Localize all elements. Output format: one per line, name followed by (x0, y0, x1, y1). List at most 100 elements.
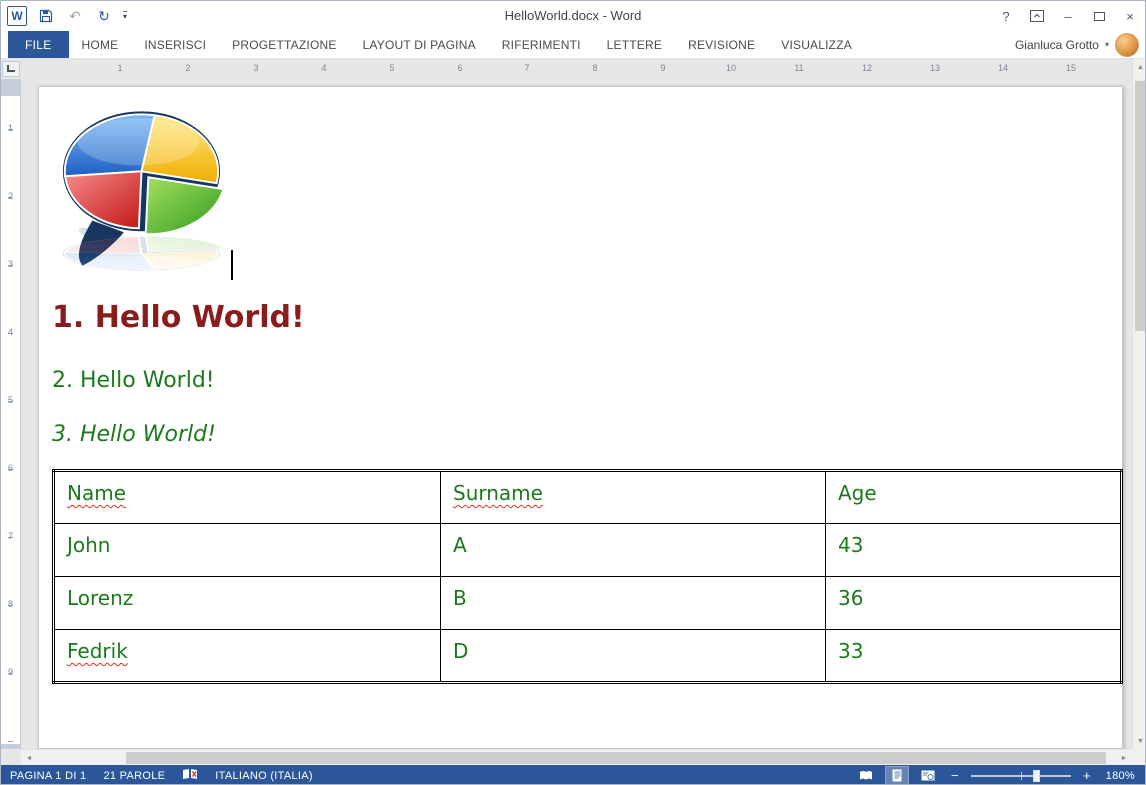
document-page[interactable]: 1. Hello World! 2. Hello World! 3. Hello… (38, 86, 1123, 749)
ruler-number: 11 (794, 63, 804, 73)
vertical-scrollbar[interactable]: ▲ ▼ (1132, 59, 1145, 749)
word-count[interactable]: 21 PAROLE (103, 770, 165, 782)
table-cell[interactable]: D (440, 629, 826, 683)
help-button[interactable]: ? (999, 9, 1013, 24)
zoom-slider-notch (1021, 771, 1022, 780)
left-tab-icon (7, 65, 15, 72)
cell-text: D (453, 639, 469, 663)
status-bar: PAGINA 1 DI 1 21 PAROLE ITALIANO (ITALIA… (1, 765, 1145, 785)
tab-layout-di-pagina[interactable]: LAYOUT DI PAGINA (350, 31, 489, 58)
horizontal-scrollbar-thumb[interactable] (126, 752, 1106, 764)
print-layout-button[interactable] (885, 765, 909, 784)
scrollbar-corner (1132, 749, 1145, 765)
ribbon-display-options-button[interactable] (1030, 10, 1044, 22)
tab-inserisci[interactable]: INSERISCI (131, 31, 219, 58)
table-cell[interactable]: B (440, 576, 826, 630)
tab-riferimenti[interactable]: RIFERIMENTI (489, 31, 594, 58)
ruler-number: 5 (7, 395, 13, 405)
window-controls: ? – × (999, 1, 1137, 31)
cell-text: A (453, 533, 467, 557)
table-cell[interactable]: Lorenz (53, 576, 441, 630)
scroll-left-icon[interactable]: ◄ (21, 750, 37, 766)
zoom-slider-track[interactable] (971, 769, 1071, 782)
pie-chart-logo-image[interactable] (55, 99, 227, 279)
ruler-number: 3 (7, 259, 13, 269)
ruler-number: 9 (660, 63, 666, 73)
ruler-number: 3 (253, 63, 259, 73)
table-cell[interactable]: Age (825, 470, 1122, 524)
tab-visualizza[interactable]: VISUALIZZA (768, 31, 865, 58)
ruler-number: 10 (725, 63, 736, 73)
vertical-ruler[interactable]: 1 2 3 4 5 6 7 8 9 (1, 79, 21, 749)
close-button[interactable]: × (1123, 9, 1137, 24)
scroll-up-icon[interactable]: ▲ (1133, 59, 1145, 75)
tab-lettere[interactable]: LETTERE (594, 31, 675, 58)
table-cell[interactable]: Name (53, 470, 441, 524)
table-row: John A 43 (53, 523, 1122, 577)
status-left: PAGINA 1 DI 1 21 PAROLE ITALIANO (ITALIA… (1, 768, 313, 783)
cell-text: 43 (838, 533, 864, 557)
ruler-number: 2 (185, 63, 191, 73)
table-cell[interactable]: John (53, 523, 441, 577)
page-indicator[interactable]: PAGINA 1 DI 1 (10, 770, 86, 782)
ribbon-tab-bar: FILE HOME INSERISCI PROGETTAZIONE LAYOUT… (1, 31, 1145, 59)
table-cell[interactable]: Surname (440, 470, 826, 524)
zoom-out-button[interactable]: − (948, 768, 962, 783)
text-cursor (231, 250, 233, 280)
table-cell[interactable]: A (440, 523, 826, 577)
maximize-restore-button[interactable] (1092, 11, 1106, 21)
tab-file[interactable]: FILE (8, 31, 69, 58)
horizontal-scrollbar[interactable]: ◄ ► (21, 749, 1132, 765)
table-cell[interactable]: Fedrik (53, 629, 441, 683)
cell-text: 33 (838, 639, 864, 663)
title-bar: W ↶ ↻ ▾ HelloWorld.docx - Word ? – × (1, 1, 1145, 31)
scroll-down-icon[interactable]: ▼ (1133, 733, 1145, 749)
proofing-errors-icon[interactable] (182, 768, 198, 783)
tab-stop-selector[interactable] (2, 61, 20, 77)
cell-text: Age (838, 481, 877, 505)
ruler-number: 4 (7, 327, 13, 337)
cell-text: John (67, 533, 111, 557)
tab-revisione[interactable]: REVISIONE (675, 31, 768, 58)
minimize-button[interactable]: – (1061, 9, 1075, 24)
user-name[interactable]: Gianluca Grotto (1015, 38, 1099, 52)
account-area[interactable]: Gianluca Grotto ▾ (1015, 31, 1145, 58)
zoom-level[interactable]: 180% (1103, 770, 1135, 782)
cell-text: Lorenz (67, 586, 134, 610)
scroll-right-icon[interactable]: ► (1116, 750, 1132, 766)
table-cell[interactable]: 43 (825, 523, 1122, 577)
vertical-scrollbar-thumb[interactable] (1135, 81, 1145, 331)
heading-3[interactable]: 3. Hello World! (52, 422, 216, 447)
web-layout-button[interactable] (917, 767, 939, 785)
ruler-number: 6 (457, 63, 463, 73)
cell-text: 36 (838, 586, 864, 610)
ruler-number: 1 (117, 63, 123, 73)
zoom-slider-thumb[interactable] (1033, 769, 1040, 782)
tab-home[interactable]: HOME (69, 31, 132, 58)
read-mode-button[interactable] (855, 767, 877, 785)
ruler-number: 7 (7, 531, 13, 541)
tab-progettazione[interactable]: PROGETTAZIONE (219, 31, 349, 58)
word-window: W ↶ ↻ ▾ HelloWorld.docx - Word ? – × FIL… (0, 0, 1146, 785)
account-dropdown-icon: ▾ (1104, 40, 1109, 49)
table-cell[interactable]: 36 (825, 576, 1122, 630)
ruler-number: 8 (592, 63, 598, 73)
heading-2[interactable]: 2. Hello World! (52, 368, 215, 393)
table-cell[interactable]: 33 (825, 629, 1122, 683)
web-layout-icon (921, 770, 935, 781)
zoom-in-button[interactable]: + (1080, 768, 1094, 783)
language-indicator[interactable]: ITALIANO (ITALIA) (215, 770, 313, 782)
status-right: − + 180% (855, 765, 1145, 785)
ruler-number: 12 (861, 63, 872, 73)
ruler-number: 8 (7, 599, 13, 609)
user-avatar[interactable] (1115, 32, 1139, 57)
ruler-number: 1 (7, 123, 13, 133)
restore-icon (1093, 11, 1105, 21)
table-row: Lorenz B 36 (53, 576, 1122, 630)
print-layout-icon (892, 769, 902, 782)
document-viewport: 1. Hello World! 2. Hello World! 3. Hello… (21, 59, 1132, 749)
ruler-number: 2 (7, 191, 13, 201)
ruler-number: 15 (1065, 63, 1076, 73)
heading-1[interactable]: 1. Hello World! (52, 300, 305, 335)
table-row: Fedrik D 33 (53, 629, 1122, 683)
